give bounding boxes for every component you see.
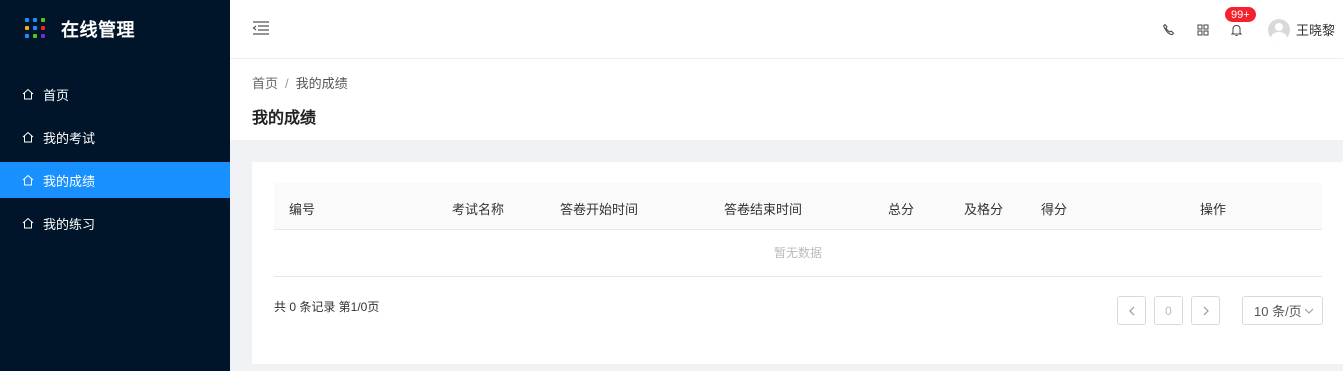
column-header-total-score: 总分	[888, 202, 915, 217]
column-header-end-time: 答卷结束时间	[724, 202, 803, 217]
next-page-button[interactable]	[1191, 296, 1220, 325]
home-icon	[22, 217, 34, 229]
logo-dot	[25, 18, 29, 22]
column-header-exam-name: 考试名称	[452, 202, 505, 217]
prev-page-button[interactable]	[1117, 296, 1146, 325]
table-header: 编号 考试名称 答卷开始时间 答卷结束时间 总分 及格分 得分 操作	[274, 183, 1322, 230]
home-icon	[22, 174, 34, 186]
chevron-right-icon	[1203, 306, 1209, 315]
column-header-actions: 操作	[1200, 202, 1227, 217]
breadcrumb-current: 我的成绩	[295, 76, 348, 91]
logo-dot	[33, 26, 37, 30]
sidebar-item-my-exams[interactable]: 我的考试	[0, 119, 230, 155]
logo-dot	[25, 34, 29, 38]
username[interactable]: 王晓黎	[1296, 20, 1335, 39]
logo: 在线管理	[0, 0, 230, 58]
sidebar: 在线管理 首页 我的考试 我的成绩 我的练习	[0, 0, 230, 371]
breadcrumb-separator: /	[285, 76, 289, 91]
logo-dot	[41, 18, 45, 22]
sidebar-item-my-scores[interactable]: 我的成绩	[0, 162, 230, 198]
sidebar-item-label: 我的考试	[43, 130, 96, 146]
column-header-score: 得分	[1041, 202, 1068, 217]
header-actions: 99+ 王晓黎	[1162, 0, 1335, 59]
page-size-value: 10 条/页	[1254, 304, 1302, 319]
column-header-start-time: 答卷开始时间	[560, 202, 639, 217]
menu-fold-icon[interactable]	[252, 20, 270, 36]
table-empty-state: 暂无数据	[274, 230, 1322, 277]
notifications-button[interactable]: 99+	[1223, 5, 1257, 37]
sidebar-menu: 首页 我的考试 我的成绩 我的练习	[0, 76, 230, 241]
logo-dot	[41, 26, 45, 30]
notification-badge: 99+	[1223, 5, 1257, 23]
app-title: 在线管理	[61, 20, 135, 40]
page-title: 我的成绩	[252, 110, 317, 127]
logo-dot	[41, 34, 45, 38]
chevron-down-icon	[1304, 308, 1314, 314]
sidebar-item-label: 我的练习	[43, 216, 96, 232]
logo-dot	[25, 26, 29, 30]
logo-dot	[33, 34, 37, 38]
chevron-left-icon	[1128, 306, 1134, 315]
sidebar-item-label: 我的成绩	[43, 173, 96, 189]
column-header-id: 编号	[289, 202, 316, 217]
sidebar-item-home[interactable]: 首页	[0, 76, 230, 112]
pagination-summary: 共 0 条记录 第1/0页	[274, 300, 380, 314]
breadcrumb-home[interactable]: 首页	[252, 76, 278, 91]
sidebar-item-my-practice[interactable]: 我的练习	[0, 205, 230, 241]
pagination: 0 10 条/页	[1117, 296, 1323, 325]
top-header: 99+ 王晓黎	[230, 0, 1343, 59]
bell-icon	[1231, 24, 1243, 36]
apps-grid-icon[interactable]	[1196, 23, 1210, 37]
column-header-pass-score: 及格分	[964, 202, 1004, 217]
home-icon	[22, 88, 34, 100]
avatar[interactable]	[1267, 18, 1290, 41]
breadcrumb: 首页 / 我的成绩	[252, 73, 348, 92]
content-card: 编号 考试名称 答卷开始时间 答卷结束时间 总分 及格分 得分 操作 暂无数据 …	[252, 162, 1343, 364]
logo-dot	[33, 18, 37, 22]
sidebar-item-label: 首页	[43, 87, 70, 103]
phone-icon[interactable]	[1162, 23, 1176, 37]
current-page-button[interactable]: 0	[1154, 296, 1183, 325]
page-size-select[interactable]: 10 条/页	[1242, 296, 1323, 325]
scores-table: 编号 考试名称 答卷开始时间 答卷结束时间 总分 及格分 得分 操作 暂无数据	[274, 183, 1322, 277]
page-header: 首页 / 我的成绩 我的成绩	[230, 59, 1343, 140]
apps-logo-icon	[25, 18, 47, 40]
home-icon	[22, 131, 34, 143]
